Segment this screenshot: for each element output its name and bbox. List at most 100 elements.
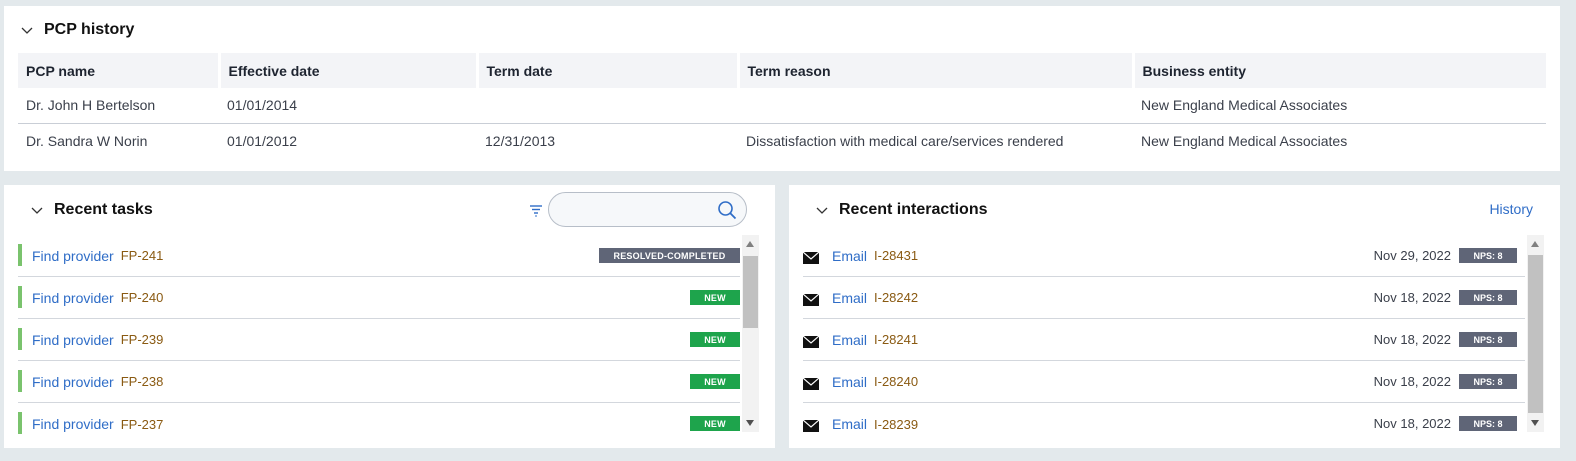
task-status-stripe <box>18 244 22 266</box>
column-header-pcp-name[interactable]: PCP name <box>18 53 221 88</box>
history-link[interactable]: History <box>1489 201 1533 217</box>
cell-pcp-name: Dr. John H Bertelson <box>18 88 219 124</box>
recent-tasks-list: Find provider FP-241 RESOLVED-COMPLETED … <box>18 235 740 445</box>
status-badge: NEW <box>690 416 740 431</box>
cell-business-entity: New England Medical Associates <box>1141 132 1348 149</box>
list-item: Find provider FP-240 NEW <box>18 277 740 319</box>
task-id: FP-238 <box>120 374 164 389</box>
envelope-icon <box>803 420 819 432</box>
cell-term-date <box>477 88 738 124</box>
column-header-effective-date[interactable]: Effective date <box>219 53 479 88</box>
task-status-stripe <box>18 412 22 434</box>
task-id: FP-237 <box>120 416 164 432</box>
cell-term-reason: Dissatisfaction with medical care/servic… <box>746 132 1064 149</box>
interactions-scrollbar-thumb[interactable] <box>1528 255 1543 413</box>
task-search-box[interactable] <box>548 192 747 227</box>
interaction-id: I-28239 <box>874 416 919 432</box>
pcp-history-header[interactable]: PCP history <box>20 18 134 42</box>
filter-icon[interactable] <box>528 202 544 218</box>
list-item: Find provider FP-238 NEW <box>18 361 740 403</box>
scroll-up-arrow-icon[interactable] <box>1531 241 1539 247</box>
recent-tasks-panel: Recent tasks Find provider FP-241 RESOLV… <box>4 185 775 448</box>
status-badge: NEW <box>690 374 740 389</box>
pcp-history-table: PCP name Effective date Term date Term r… <box>18 53 1546 158</box>
envelope-icon <box>803 335 819 348</box>
cell-pcp-name: Dr. Sandra W Norin <box>26 132 148 149</box>
nps-badge: NPS: 8 <box>1459 416 1517 431</box>
interaction-id: I-28240 <box>874 374 919 389</box>
interaction-id: I-28241 <box>874 332 919 347</box>
table-row: Dr. John H Bertelson 01/01/2014 New Engl… <box>18 88 1546 124</box>
cell-term-reason <box>738 88 1133 124</box>
interaction-date: Nov 18, 2022 <box>1373 416 1451 431</box>
recent-tasks-title: Recent tasks <box>54 201 153 218</box>
column-header-term-reason[interactable]: Term reason <box>738 53 1135 88</box>
recent-tasks-header[interactable]: Recent tasks <box>30 198 153 222</box>
task-id: FP-240 <box>120 290 164 305</box>
recent-interactions-header[interactable]: Recent interactions <box>815 198 987 222</box>
table-row: Dr. Sandra W Norin 01/01/2012 12/31/2013… <box>18 123 1546 158</box>
envelope-icon <box>803 293 819 306</box>
recent-interactions-panel: Recent interactions History Email I-2843… <box>789 185 1560 448</box>
interaction-link[interactable]: Email <box>832 290 867 306</box>
list-item: Email I-28431 Nov 29, 2022 NPS: 8 <box>803 235 1525 277</box>
nps-badge: NPS: 8 <box>1459 290 1517 305</box>
list-item: Find provider FP-239 NEW <box>18 319 740 361</box>
interaction-id: I-28242 <box>874 290 919 305</box>
tasks-scrollbar-thumb[interactable] <box>743 256 758 328</box>
interaction-link[interactable]: Email <box>832 332 867 348</box>
list-item: Email I-28241 Nov 18, 2022 NPS: 8 <box>803 319 1525 361</box>
scroll-down-arrow-icon[interactable] <box>746 420 754 426</box>
scroll-up-arrow-icon[interactable] <box>746 241 754 247</box>
table-header-row: PCP name Effective date Term date Term r… <box>18 53 1546 88</box>
interactions-scrollbar[interactable] <box>1527 235 1544 432</box>
recent-interactions-title: Recent interactions <box>839 201 988 218</box>
chevron-down-icon[interactable] <box>30 203 44 217</box>
interaction-date: Nov 29, 2022 <box>1373 248 1451 263</box>
recent-interactions-list: Email I-28431 Nov 29, 2022 NPS: 8 Email … <box>803 235 1525 445</box>
task-link[interactable]: Find provider <box>32 248 114 264</box>
nps-badge: NPS: 8 <box>1459 248 1517 263</box>
task-link[interactable]: Find provider <box>32 290 114 306</box>
list-item: Email I-28239 Nov 18, 2022 NPS: 8 <box>803 403 1525 445</box>
task-link[interactable]: Find provider <box>32 332 114 348</box>
envelope-icon <box>803 377 819 390</box>
task-id: FP-239 <box>120 332 164 347</box>
cell-effective-date: 01/01/2012 <box>227 132 298 149</box>
cell-effective-date: 01/01/2014 <box>219 88 477 124</box>
nps-badge: NPS: 8 <box>1459 374 1517 389</box>
list-item: Find provider FP-237 NEW <box>18 403 740 445</box>
pcp-history-panel: PCP history PCP name Effective date Term… <box>4 6 1560 171</box>
cell-term-date: 12/31/2013 <box>485 132 556 149</box>
status-badge: NEW <box>690 332 740 347</box>
tasks-scrollbar[interactable] <box>742 235 759 432</box>
envelope-icon <box>803 251 819 264</box>
task-link[interactable]: Find provider <box>32 374 114 390</box>
interaction-link[interactable]: Email <box>832 416 867 432</box>
task-search-input[interactable] <box>559 199 709 221</box>
interaction-link[interactable]: Email <box>832 248 867 264</box>
column-header-term-date[interactable]: Term date <box>477 53 740 88</box>
pcp-history-title: PCP history <box>44 21 135 38</box>
cell-business-entity: New England Medical Associates <box>1133 88 1546 124</box>
column-header-business-entity[interactable]: Business entity <box>1133 53 1546 88</box>
scroll-down-arrow-icon[interactable] <box>1531 420 1539 426</box>
interaction-date: Nov 18, 2022 <box>1373 290 1451 305</box>
interaction-id: I-28431 <box>874 248 919 263</box>
interaction-date: Nov 18, 2022 <box>1373 332 1451 347</box>
chevron-down-icon[interactable] <box>20 23 34 37</box>
search-icon[interactable] <box>717 200 737 220</box>
status-badge: NEW <box>690 290 740 305</box>
task-link[interactable]: Find provider <box>32 416 114 432</box>
interaction-link[interactable]: Email <box>832 374 867 390</box>
chevron-down-icon[interactable] <box>815 203 829 217</box>
list-item: Email I-28240 Nov 18, 2022 NPS: 8 <box>803 361 1525 403</box>
task-id: FP-241 <box>120 248 164 263</box>
task-status-stripe <box>18 328 22 350</box>
task-status-stripe <box>18 370 22 392</box>
list-item: Find provider FP-241 RESOLVED-COMPLETED <box>18 235 740 277</box>
nps-badge: NPS: 8 <box>1459 332 1517 347</box>
status-badge: RESOLVED-COMPLETED <box>599 248 740 263</box>
task-status-stripe <box>18 286 22 308</box>
interaction-date: Nov 18, 2022 <box>1373 374 1451 389</box>
